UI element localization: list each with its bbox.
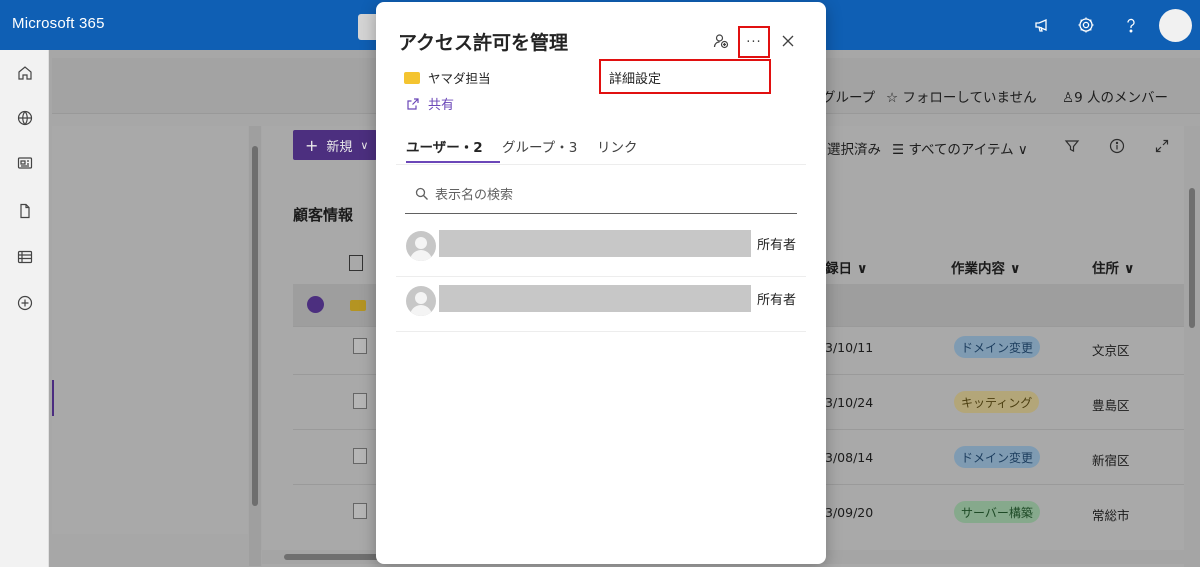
list-icon[interactable] (14, 246, 36, 268)
person-icon: ♙ (1062, 90, 1075, 106)
new-button[interactable]: + 新規 ∨ (293, 130, 377, 160)
folder-name: ヤマダ担当 (428, 71, 491, 86)
task-chip: ドメイン変更 (954, 446, 1041, 468)
close-button[interactable] (774, 27, 802, 55)
chevron-down-icon: ∨ (1013, 142, 1028, 158)
row-address: 常総市 (1092, 508, 1130, 523)
tab-users[interactable]: ユーザー・2 (406, 136, 483, 156)
chevron-down-icon: ∨ (360, 138, 369, 152)
task-chip: ドメイン変更 (954, 336, 1041, 358)
expand-icon[interactable] (1152, 136, 1172, 156)
tab-links[interactable]: リンク (597, 136, 638, 156)
more-options-button[interactable]: ··· (740, 28, 768, 56)
help-icon[interactable] (1120, 14, 1142, 36)
active-tab-indicator (406, 161, 500, 163)
dialog-title: アクセス許可を管理 (398, 32, 569, 54)
view-selector[interactable]: ☰ すべてのアイテム ∨ (892, 138, 1028, 158)
grant-access-icon[interactable] (707, 27, 735, 55)
list-title[interactable]: 顧客情報 (293, 204, 353, 225)
filter-icon[interactable] (1062, 136, 1082, 156)
search-input[interactable] (435, 184, 785, 206)
user-avatar (406, 231, 436, 261)
selected-count: 選択済み (827, 142, 881, 158)
user-role[interactable]: 所有者 (757, 234, 796, 253)
user-avatar (406, 286, 436, 316)
list-scroll-thumb[interactable] (1189, 188, 1195, 328)
account-avatar[interactable] (1159, 9, 1192, 42)
search-icon (415, 187, 428, 200)
column-header-task[interactable]: 作業内容 ∨ (951, 257, 1021, 277)
home-icon[interactable] (14, 62, 36, 84)
row-date: 3/09/20 (825, 505, 874, 520)
row-date: 3/10/11 (825, 340, 874, 355)
news-icon[interactable] (14, 152, 36, 174)
list-item-icon (353, 448, 367, 464)
list-item-icon (353, 393, 367, 409)
row-address: 新宿区 (1092, 453, 1130, 468)
file-icon[interactable] (14, 200, 36, 222)
app-rail (0, 50, 49, 567)
user-name-redacted (439, 230, 751, 257)
task-chip: キッティング (954, 391, 1040, 413)
plus-icon: + (305, 135, 319, 155)
nav-scroll-thumb[interactable] (252, 146, 258, 506)
share-link[interactable]: 共有 (406, 94, 454, 113)
megaphone-icon[interactable] (1031, 14, 1053, 36)
column-header-date[interactable]: 録日 ∨ (825, 257, 868, 277)
nav-selection-indicator (52, 380, 54, 416)
add-circle-icon[interactable] (14, 292, 36, 314)
folder-icon (404, 71, 420, 84)
list-vertical-scrollbar[interactable] (1184, 126, 1200, 567)
tabs-divider (396, 164, 806, 165)
selected-check-icon[interactable] (307, 296, 324, 313)
group-label[interactable]: グループ (822, 86, 875, 106)
nav-scrollbar[interactable] (249, 126, 261, 566)
list-item-icon (353, 338, 367, 354)
manage-access-dialog: アクセス許可を管理 ··· 詳細設定 ヤマダ担当 共有 ユーザー・2 グループ・… (376, 2, 826, 564)
column-header-address[interactable]: 住所 ∨ (1092, 257, 1135, 277)
row-address: 豊島区 (1092, 398, 1130, 413)
follow-status[interactable]: ☆ フォローしていません (886, 86, 1037, 106)
share-icon (407, 97, 419, 110)
folder-icon (350, 300, 366, 311)
user-row[interactable]: 所有者 (396, 222, 806, 277)
app-brand[interactable]: Microsoft 365 (12, 15, 105, 32)
task-chip: サーバー構築 (954, 501, 1040, 523)
list-item-icon (353, 503, 367, 519)
row-address: 文京区 (1092, 343, 1130, 358)
item-name-row: ヤマダ担当 (404, 68, 491, 87)
row-date: 3/08/14 (825, 450, 874, 465)
user-name-redacted (439, 285, 751, 312)
globe-icon[interactable] (14, 107, 36, 129)
lines-icon: ☰ (892, 142, 909, 158)
file-type-column-icon (349, 255, 363, 271)
user-row[interactable]: 所有者 (396, 277, 806, 332)
tab-groups[interactable]: グループ・3 (502, 136, 577, 156)
info-icon[interactable] (1107, 136, 1127, 156)
gear-icon[interactable] (1075, 14, 1097, 36)
ellipsis-icon: ··· (746, 34, 762, 50)
members-link[interactable]: ♙9 人のメンバー (1062, 86, 1168, 106)
row-date: 3/10/24 (825, 395, 874, 410)
menu-item-advanced-settings[interactable]: 詳細設定 (609, 68, 661, 87)
more-options-menu: 詳細設定 (599, 59, 771, 94)
site-navigation (52, 126, 248, 534)
star-icon: ☆ (886, 90, 903, 106)
close-icon (782, 35, 794, 47)
user-role[interactable]: 所有者 (757, 289, 796, 308)
people-search (405, 178, 797, 214)
